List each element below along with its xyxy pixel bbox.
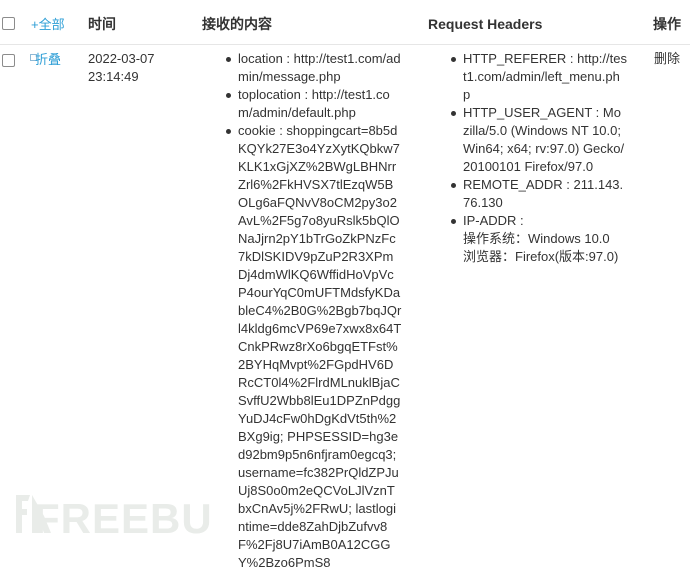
ip-addr-label: IP-ADDR : <box>463 213 524 228</box>
freebuf-watermark-logo: FREEBUF <box>16 495 214 537</box>
content-item-toplocation: toplocation : http://test1.com/admin/def… <box>224 86 402 122</box>
collapse-label: 折叠 <box>35 52 62 67</box>
timestamp-cell: 2022-03-07 23:14:49 <box>88 50 188 86</box>
content-item-location: location : http://test1.com/admin/messag… <box>224 50 402 86</box>
header-item-user-agent: HTTP_USER_AGENT : Mozilla/5.0 (Windows N… <box>449 104 627 176</box>
collapse-toggle[interactable]: 折叠 <box>30 51 61 69</box>
add-all-link[interactable]: +全部 <box>31 16 65 34</box>
column-header-content: 接收的内容 <box>202 16 272 32</box>
header-item-remote-addr: REMOTE_ADDR : 211.143.76.130 <box>449 176 627 212</box>
header-item-referer: HTTP_REFERER : http://test1.com/admin/le… <box>449 50 627 104</box>
row-date: 2022-03-07 <box>88 51 155 66</box>
delete-button[interactable]: 删除 <box>654 50 680 68</box>
ip-addr-os: 操作系统：Windows 10.0 <box>463 231 610 246</box>
table-header: +全部 时间 接收的内容 Request Headers 操作 <box>0 0 690 45</box>
headers-cell: HTTP_REFERER : http://test1.com/admin/le… <box>449 50 627 266</box>
ip-addr-browser: 浏览器：Firefox(版本:97.0) <box>463 249 619 264</box>
header-item-ip-addr: IP-ADDR : 操作系统：Windows 10.0 浏览器：Firefox(… <box>449 212 627 266</box>
row-time: 23:14:49 <box>88 69 139 84</box>
column-header-request-headers: Request Headers <box>428 16 543 32</box>
row-checkbox[interactable] <box>2 54 15 67</box>
content-cell: location : http://test1.com/admin/messag… <box>224 50 402 572</box>
column-header-time: 时间 <box>88 16 116 32</box>
content-item-cookie: cookie : shoppingcart=8b5dKQYk27E3o4YzXy… <box>224 122 402 572</box>
select-all-checkbox[interactable] <box>2 17 15 30</box>
watermark-text: FREEBUF <box>34 495 214 537</box>
column-header-actions: 操作 <box>653 16 681 32</box>
